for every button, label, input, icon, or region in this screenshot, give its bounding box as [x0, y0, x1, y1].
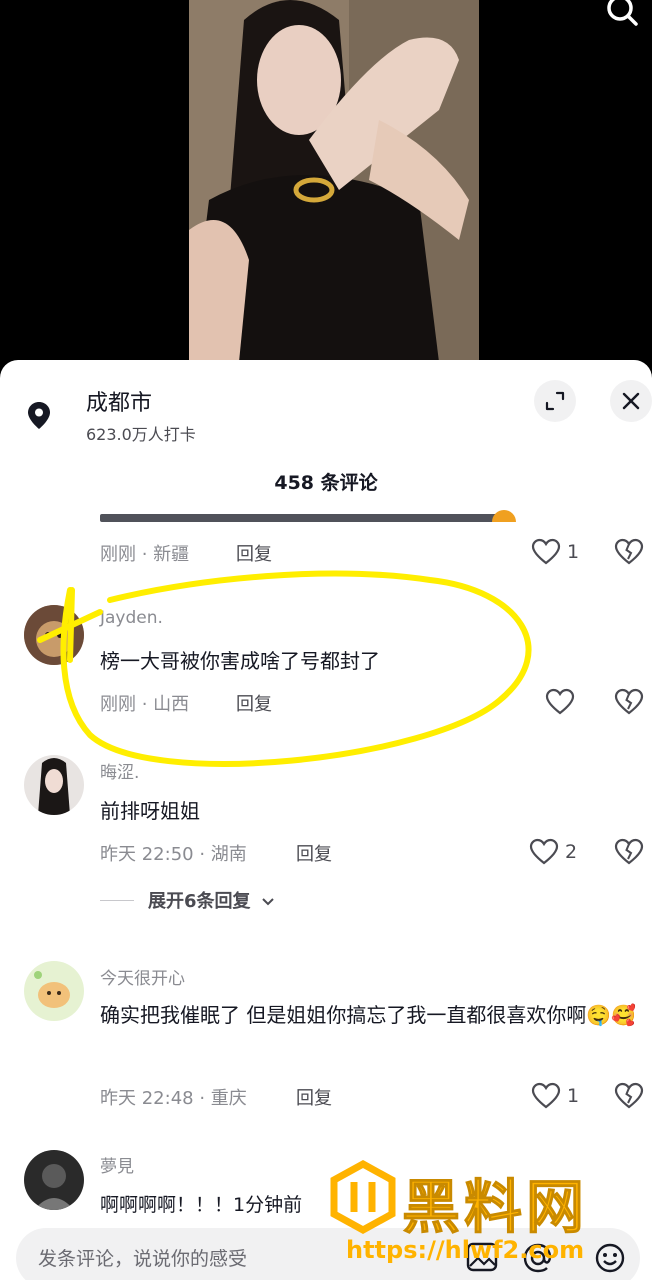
- video-frame: [189, 0, 479, 362]
- like-button[interactable]: 1: [531, 538, 579, 566]
- divider: [100, 900, 134, 901]
- broken-heart-icon: [614, 538, 644, 565]
- comment-item: Jayden. 榜一大哥被你害成啥了号都封了 刚刚 · 山西 回复: [0, 600, 652, 720]
- like-button[interactable]: 1: [531, 1082, 579, 1110]
- comment-meta: 昨天 22:50 · 湖南: [100, 844, 247, 865]
- comment-item: 刚刚 · 新疆 回复 1: [0, 500, 652, 580]
- comment-username[interactable]: 晦涩.: [100, 758, 139, 783]
- comment-text: 前排呀姐姐: [100, 799, 200, 823]
- video-subject-image: [189, 0, 479, 362]
- dislike-button[interactable]: [614, 838, 644, 870]
- comment-username[interactable]: 夢見: [100, 1152, 134, 1177]
- avatar[interactable]: [24, 1150, 84, 1210]
- like-button[interactable]: 2: [529, 838, 577, 866]
- close-button[interactable]: [610, 380, 652, 422]
- like-count: 1: [567, 541, 580, 563]
- comment-text: 榜一大哥被你害成啥了号都封了: [100, 649, 380, 673]
- heart-icon: [531, 538, 561, 565]
- reply-button[interactable]: 回复: [296, 1084, 332, 1110]
- avatar[interactable]: [24, 755, 84, 815]
- emoji-icon: [595, 1243, 625, 1273]
- expand-icon: [545, 391, 565, 411]
- broken-heart-icon: [614, 1082, 644, 1109]
- dislike-button[interactable]: [614, 688, 644, 720]
- search-button[interactable]: [602, 0, 642, 30]
- watermark-logo-icon: [326, 1160, 400, 1234]
- location-checkins: 623.0万人打卡: [86, 425, 196, 444]
- heart-icon: [531, 1082, 561, 1109]
- dislike-button[interactable]: [614, 1082, 644, 1114]
- comments-count: 458 条评论: [274, 472, 378, 494]
- expand-replies-button[interactable]: 展开6条回复: [148, 887, 275, 913]
- watermark-url: https://hlwf2.com: [346, 1236, 585, 1264]
- comment-username[interactable]: Jayden.: [100, 608, 163, 628]
- comment-item: 今天很开心 确实把我催眠了 但是姐姐你搞忘了我一直都很喜欢你啊🤤🥰 昨天 22:…: [0, 956, 652, 1126]
- heart-icon: [529, 838, 559, 865]
- location-name[interactable]: 成都市: [86, 385, 152, 417]
- comment-meta: 昨天 22:48 · 重庆: [100, 1088, 247, 1109]
- comments-sheet: 成都市 623.0万人打卡 458 条评论 刚刚 · 新疆 回复 1 Jayde…: [0, 360, 652, 1280]
- like-count: 1: [567, 1085, 580, 1107]
- expand-sheet-button[interactable]: [534, 380, 576, 422]
- heart-icon: [545, 688, 575, 715]
- chevron-down-icon: [262, 898, 274, 906]
- emoji-button[interactable]: [594, 1242, 626, 1278]
- broken-heart-icon: [614, 688, 644, 715]
- close-icon: [622, 392, 640, 410]
- like-button[interactable]: [545, 688, 575, 716]
- comment-meta: 刚刚 · 新疆: [100, 544, 190, 565]
- video-player[interactable]: [0, 0, 652, 362]
- broken-heart-icon: [614, 838, 644, 865]
- watermark-brand: 黑料网: [401, 1173, 589, 1242]
- avatar[interactable]: [24, 605, 84, 665]
- comment-item: 晦涩. 前排呀姐姐 昨天 22:50 · 湖南 回复 2 展开6条回复: [0, 750, 652, 920]
- location-pin-icon: [24, 400, 54, 430]
- comment-meta: 刚刚 · 山西: [100, 694, 190, 715]
- reply-button[interactable]: 回复: [296, 840, 332, 866]
- search-icon: [607, 0, 638, 26]
- comment-text-cutoff: [100, 508, 520, 522]
- avatar[interactable]: [24, 961, 84, 1021]
- expand-replies-label: 展开6条回复: [148, 891, 251, 912]
- comment-username[interactable]: 今天很开心: [100, 964, 185, 989]
- reply-button[interactable]: 回复: [236, 540, 272, 566]
- like-count: 2: [565, 841, 578, 863]
- comment-input-placeholder[interactable]: 发条评论，说说你的感受: [38, 1244, 247, 1271]
- reply-button[interactable]: 回复: [236, 690, 272, 716]
- dislike-button[interactable]: [614, 538, 644, 570]
- comment-text: 确实把我催眠了 但是姐姐你搞忘了我一直都很喜欢你啊🤤🥰: [100, 1003, 637, 1027]
